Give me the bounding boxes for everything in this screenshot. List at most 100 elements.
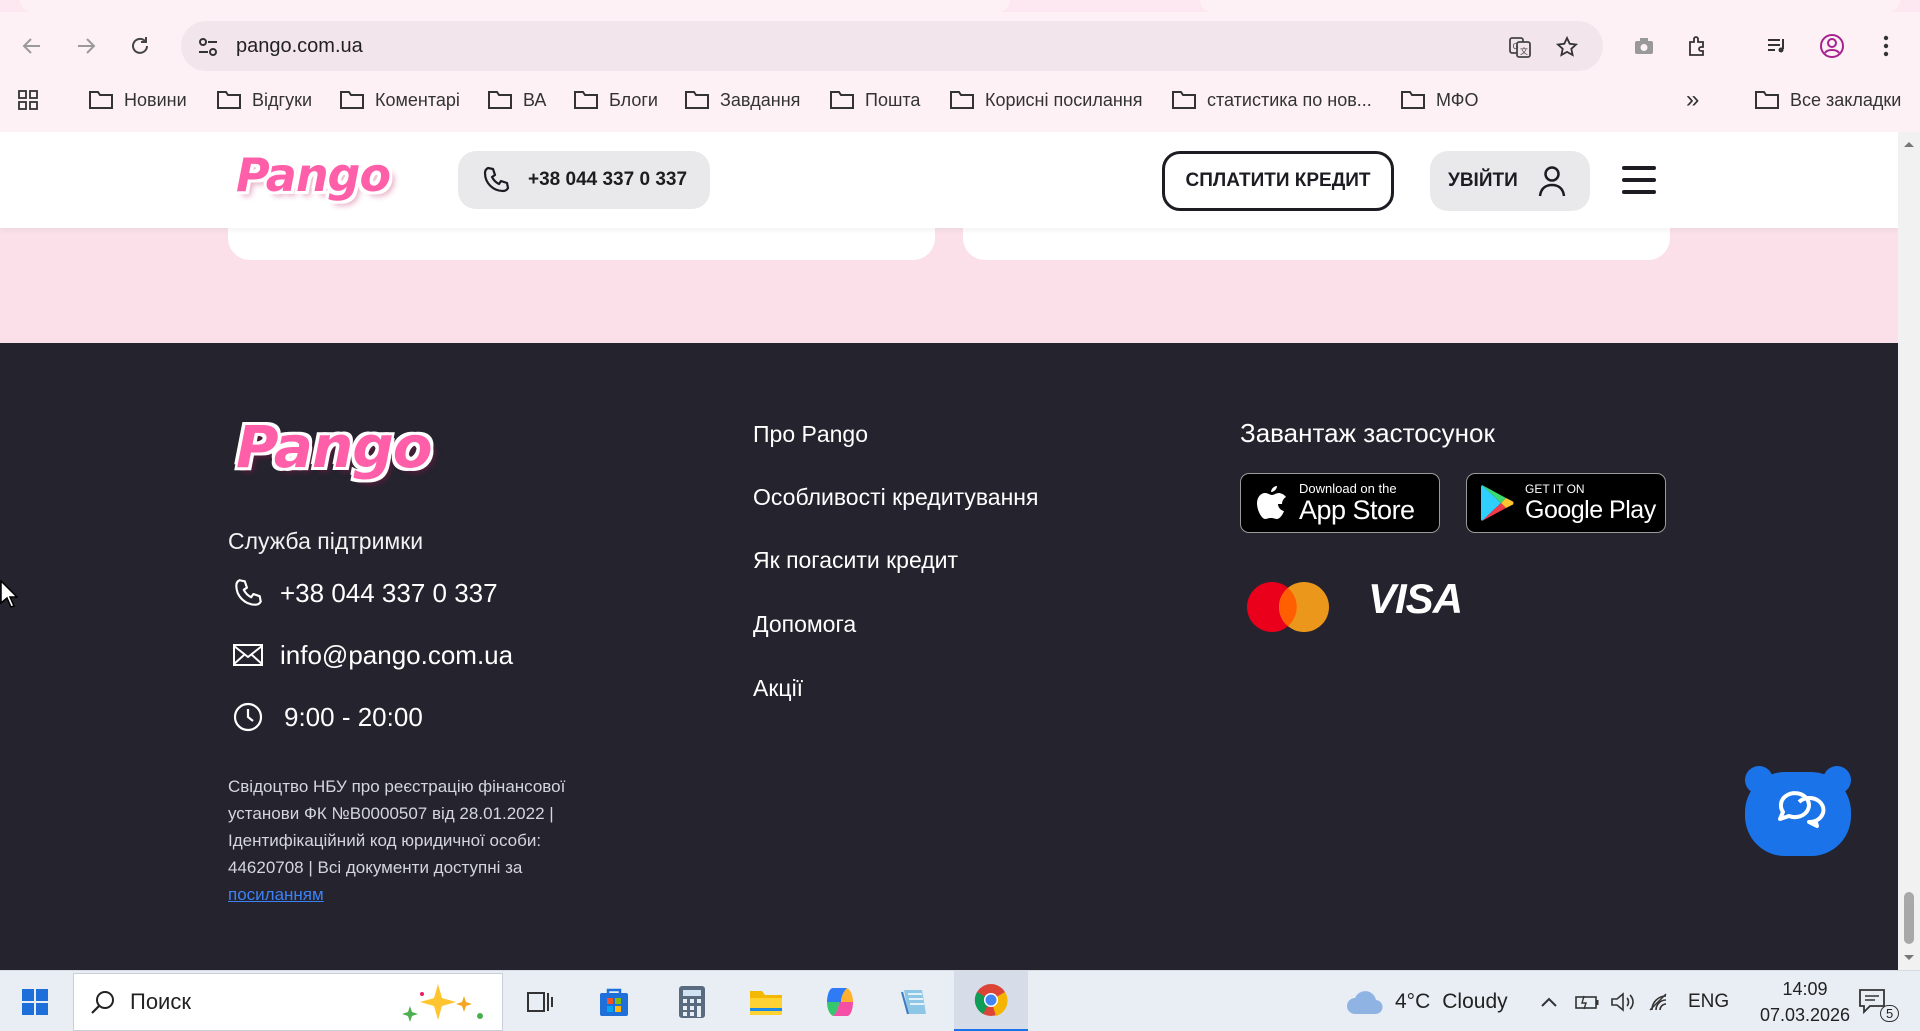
site-header: Pango +38 044 337 0 337 СПЛАТИТИ КРЕДИТ … — [0, 132, 1898, 228]
mouse-cursor-icon — [0, 580, 18, 608]
apps-grid-icon[interactable] — [16, 82, 40, 118]
bookmark-folder[interactable]: Відгуки — [216, 82, 312, 118]
forward-button[interactable] — [68, 28, 104, 64]
documents-link[interactable]: посиланням — [228, 885, 324, 904]
scroll-up-icon[interactable] — [1903, 140, 1915, 148]
footer-phone-link[interactable]: +38 044 337 0 337 — [228, 573, 498, 613]
folder-icon — [1172, 91, 1196, 109]
svg-text:G: G — [1513, 42, 1519, 51]
menu-dots-icon[interactable] — [1868, 28, 1904, 64]
volume-icon[interactable] — [1610, 971, 1636, 1031]
page-scrollbar[interactable] — [1898, 132, 1920, 970]
menu-burger-icon[interactable] — [1622, 166, 1656, 194]
bookmark-label: ВА — [523, 89, 547, 110]
header-phone-number: +38 044 337 0 337 — [528, 169, 688, 190]
start-button[interactable] — [0, 971, 70, 1031]
clock[interactable]: 14:09 07.03.2026 — [1750, 971, 1860, 1031]
bookmark-folder[interactable]: Завдання — [684, 82, 800, 118]
bookmark-folder[interactable]: Коментарі — [339, 82, 460, 118]
footer-logo[interactable]: Pango — [236, 413, 433, 481]
scroll-down-icon[interactable] — [1903, 954, 1915, 962]
weather-widget[interactable]: 4°C Cloudy — [1345, 971, 1508, 1031]
footer-nav-promos[interactable]: Акції — [753, 675, 803, 702]
bookmark-label: Коментарі — [375, 89, 460, 110]
folder-icon — [488, 91, 512, 109]
app-store-button[interactable]: Download on the App Store — [1240, 473, 1440, 533]
site-footer: Pango Служба підтримки +38 044 337 0 337… — [0, 343, 1898, 970]
footer-nav-credit-features[interactable]: Особливості кредитування — [753, 484, 1038, 511]
folder-icon — [950, 91, 974, 109]
taskbar-search[interactable]: Поиск — [73, 973, 503, 1031]
back-button[interactable] — [14, 28, 50, 64]
windows-taskbar: Поиск 4°C Cloudy ENG 14:09 07.03.2026 5 — [0, 970, 1920, 1031]
language-indicator[interactable]: ENG — [1688, 971, 1729, 1031]
bookmark-label: МФО — [1436, 89, 1479, 110]
header-logo[interactable]: Pango — [236, 148, 391, 202]
bookmark-folder[interactable]: статистика по нов... — [1171, 82, 1372, 118]
reload-button[interactable] — [122, 28, 158, 64]
support-title: Служба підтримки — [228, 528, 424, 554]
google-play-icon — [1481, 485, 1514, 521]
app-store-big: App Store — [1299, 495, 1415, 525]
profile-icon[interactable] — [1814, 28, 1850, 64]
camera-icon[interactable] — [1626, 28, 1662, 64]
reload-icon — [132, 37, 148, 54]
login-button[interactable]: УВІЙТИ — [1430, 151, 1590, 211]
app-store-small: Download on the — [1299, 481, 1397, 496]
file-explorer-icon[interactable] — [729, 971, 803, 1031]
windows-logo-icon — [22, 988, 48, 1015]
bookmark-label: Блоги — [609, 89, 658, 110]
star-bookmark-icon[interactable] — [1554, 34, 1580, 60]
bookmark-folder[interactable]: ВА — [487, 82, 546, 118]
footer-email-link[interactable]: info@pango.com.ua — [228, 635, 513, 675]
folder-icon — [89, 91, 113, 109]
cloud-icon — [1347, 990, 1383, 1014]
header-phone-button[interactable]: +38 044 337 0 337 — [458, 151, 710, 209]
site-settings-icon[interactable] — [195, 34, 221, 60]
google-play-small: GET IT ON — [1525, 482, 1585, 496]
legal-body: Свідоцтво НБУ про реєстрацію фінансової … — [228, 777, 566, 877]
translate-icon[interactable]: G文 — [1507, 34, 1533, 60]
footer-nav-repay[interactable]: Як погасити кредит — [753, 547, 958, 574]
url-text[interactable]: pango.com.ua — [236, 35, 363, 58]
show-hidden-icons-chevron-up-icon[interactable] — [1540, 971, 1558, 1031]
extensions-icon[interactable] — [1680, 28, 1716, 64]
chrome-taskbar-icon[interactable] — [954, 971, 1028, 1031]
notifications-button[interactable]: 5 — [1858, 971, 1900, 1031]
google-play-button[interactable]: GET IT ON Google Play — [1466, 473, 1666, 533]
weather-desc: Cloudy — [1442, 989, 1508, 1013]
bookmark-folder[interactable]: Блоги — [573, 82, 658, 118]
wifi-icon[interactable] — [1648, 971, 1672, 1031]
bookmark-folder[interactable]: Пошта — [829, 82, 920, 118]
battery-icon[interactable] — [1574, 971, 1600, 1031]
phone-icon — [228, 573, 268, 613]
notepad-app-icon[interactable] — [877, 971, 951, 1031]
footer-nav-about[interactable]: Про Pango — [753, 421, 868, 448]
page-viewport: Pango +38 044 337 0 337 СПЛАТИТИ КРЕДИТ … — [0, 132, 1898, 970]
task-view-icon[interactable] — [503, 971, 577, 1031]
sparkle-icon — [402, 984, 483, 1022]
tab-other[interactable] — [1200, 0, 1900, 12]
search-placeholder: Поиск — [130, 989, 191, 1014]
address-bar[interactable]: pango.com.ua G文 — [181, 21, 1603, 71]
pay-credit-button[interactable]: СПЛАТИТИ КРЕДИТ — [1162, 151, 1394, 211]
footer-nav-help[interactable]: Допомога — [753, 611, 856, 638]
bookmark-folder[interactable]: МФО — [1400, 82, 1478, 118]
chat-widget-icon[interactable] — [1743, 762, 1853, 858]
bookmark-label: Новини — [124, 89, 187, 110]
bookmark-folder[interactable]: Корисні посилання — [949, 82, 1142, 118]
google-play-big: Google Play — [1525, 496, 1656, 524]
copilot-icon[interactable] — [803, 971, 877, 1031]
calculator-icon[interactable] — [655, 971, 729, 1031]
microsoft-store-icon[interactable] — [577, 971, 651, 1031]
footer-hours: 9:00 - 20:00 — [228, 697, 423, 737]
bookmark-label: Відгуки — [252, 89, 313, 110]
bookmarks-bar: Новини Відгуки Коментарі ВА Блоги Завдан… — [0, 82, 1920, 118]
media-control-icon[interactable] — [1759, 28, 1795, 64]
scrollbar-thumb[interactable] — [1904, 892, 1914, 944]
tab-active[interactable] — [20, 0, 1010, 12]
bookmark-folder[interactable]: Новини — [88, 82, 187, 118]
bookmark-label: статистика по нов... — [1207, 89, 1372, 110]
all-bookmarks-folder[interactable]: Все закладки — [1754, 82, 1901, 118]
more-bookmarks-button[interactable]: » — [1686, 82, 1699, 118]
